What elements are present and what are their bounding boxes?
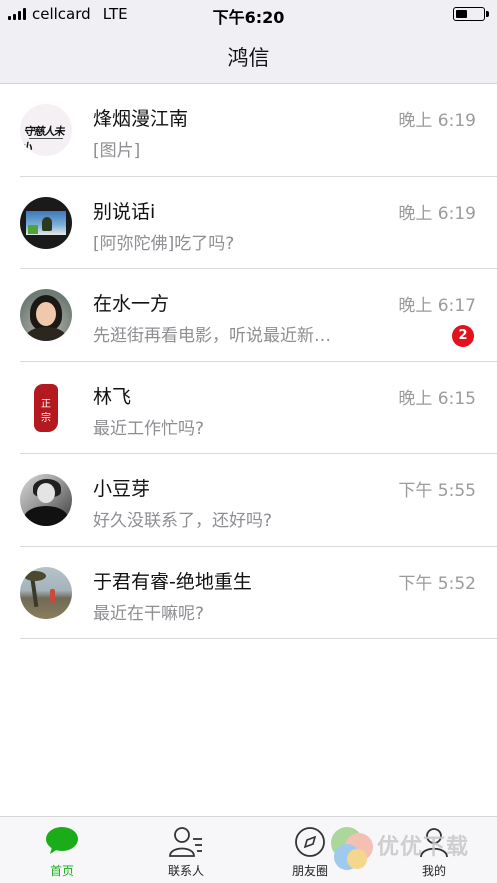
beach-photo-avatar bbox=[20, 566, 72, 619]
conversation-list: 守慈人未小 烽烟漫江南 [图片] 晚上 6:19 别说话i [阿弥陀佛]吃了吗?… bbox=[0, 84, 497, 639]
bw-photo-avatar bbox=[20, 474, 72, 526]
message-preview: 最近工作忙吗? bbox=[93, 418, 205, 439]
contact-name: 于君有睿-绝地重生 bbox=[93, 570, 252, 593]
tab-home[interactable]: 首页 bbox=[0, 817, 124, 883]
message-preview: [图片] bbox=[93, 141, 141, 161]
watermark-logo-icon bbox=[331, 827, 373, 870]
row-divider bbox=[20, 638, 497, 639]
message-time: 下午 5:55 bbox=[398, 481, 476, 501]
tab-label: 首页 bbox=[49, 864, 74, 878]
woman-photo-avatar bbox=[20, 289, 72, 341]
conversation-row[interactable]: 小豆芽 好久没联系了，还好吗? 下午 5:55 bbox=[0, 454, 497, 547]
conversation-row[interactable]: 守慈人未小 烽烟漫江南 [图片] 晚上 6:19 bbox=[0, 84, 497, 177]
tab-bar: 首页 联系人 朋友圈 我的 优优下载 bbox=[0, 816, 497, 883]
message-preview: [阿弥陀佛]吃了吗? bbox=[93, 233, 235, 254]
contacts-icon bbox=[169, 827, 202, 857]
message-preview: 先逛街再看电影，听说最近新… bbox=[93, 326, 331, 346]
unread-badge: 2 bbox=[452, 325, 474, 347]
contact-name: 林飞 bbox=[93, 385, 132, 408]
contact-name: 小豆芽 bbox=[93, 478, 151, 500]
tab-label: 联系人 bbox=[167, 864, 204, 878]
contact-name: 别说话i bbox=[93, 200, 156, 223]
message-preview: 最近在干嘛呢? bbox=[93, 603, 205, 624]
nav-bar: 鸿信 bbox=[0, 28, 497, 84]
page-title: 鸿信 bbox=[227, 46, 270, 70]
contact-name: 烽烟漫江南 bbox=[93, 108, 189, 130]
watermark-text: 优优下载 bbox=[377, 835, 470, 860]
compass-icon bbox=[295, 827, 325, 857]
message-time: 晚上 6:17 bbox=[398, 296, 476, 316]
calligraphy-avatar: 守慈人未小 bbox=[20, 104, 72, 156]
watermark: 优优下载 bbox=[325, 825, 495, 875]
battery-icon bbox=[453, 7, 489, 21]
seal-char: 宗 bbox=[41, 412, 51, 424]
message-time: 下午 5:52 bbox=[398, 573, 476, 594]
conversation-row[interactable]: 别说话i [阿弥陀佛]吃了吗? 晚上 6:19 bbox=[0, 177, 497, 269]
status-bar: cellcard LTE 下午6:20 bbox=[0, 0, 497, 28]
message-time: 晚上 6:19 bbox=[398, 203, 476, 224]
conversation-row[interactable]: 在水一方 先逛街再看电影，听说最近新… 晚上 6:17 2 bbox=[0, 269, 497, 362]
status-time: 下午6:20 bbox=[212, 8, 285, 27]
message-time: 晚上 6:15 bbox=[398, 388, 476, 409]
seal-char: 正 bbox=[41, 398, 51, 410]
chat-bubble-icon bbox=[46, 827, 78, 854]
seal-avatar: 正 宗 bbox=[20, 381, 72, 434]
screen-photo-avatar bbox=[20, 196, 72, 249]
conversation-row[interactable]: 正 宗 林飞 最近工作忙吗? 晚上 6:15 bbox=[0, 362, 497, 454]
conversation-row[interactable]: 于君有睿-绝地重生 最近在干嘛呢? 下午 5:52 bbox=[0, 547, 497, 639]
message-preview: 好久没联系了，还好吗? bbox=[93, 511, 273, 531]
message-time: 晚上 6:19 bbox=[398, 111, 476, 131]
contact-name: 在水一方 bbox=[93, 293, 170, 315]
tab-contacts[interactable]: 联系人 bbox=[124, 817, 248, 883]
